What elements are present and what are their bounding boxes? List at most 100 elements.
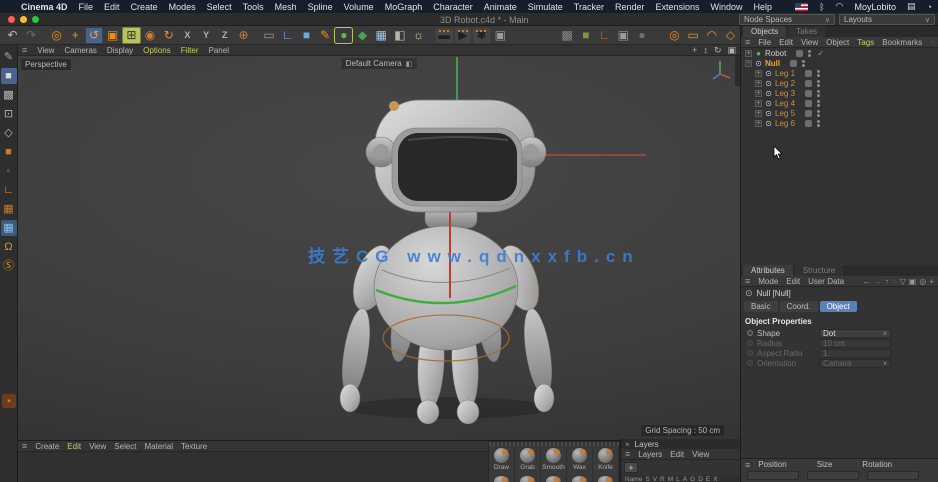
control-center-icon[interactable]: ◔	[927, 2, 932, 12]
toolbar-button[interactable]	[658, 27, 665, 44]
snap-settings-toggle[interactable]: Ⓢ	[1, 258, 17, 274]
menubar-item[interactable]: Volume	[344, 2, 374, 12]
lock-x-axis[interactable]: X	[178, 27, 197, 44]
rotate-view-icon[interactable]: ↻	[714, 45, 722, 56]
snap-magnet-toggle[interactable]: Ω	[1, 239, 17, 255]
tree-item-robot[interactable]: + ● Robot ✓	[741, 48, 938, 58]
visibility-dots[interactable]	[802, 59, 806, 67]
layouts-select[interactable]: Layouts ∨	[839, 14, 935, 25]
picture-viewer-button[interactable]: ▣	[491, 27, 510, 44]
toolbar-button[interactable]	[253, 27, 260, 44]
menubar-item[interactable]: File	[79, 2, 94, 12]
keyframe-bullet[interactable]	[747, 360, 753, 366]
panel-menu-icon[interactable]: ≡	[625, 449, 630, 459]
expand-toggle[interactable]: +	[745, 49, 752, 57]
panel-tab[interactable]: Takes	[788, 26, 826, 37]
sculpt-brush-button[interactable]	[489, 474, 515, 482]
rotation-input[interactable]	[867, 471, 919, 480]
object-manager-menu-item[interactable]: Edit	[779, 38, 793, 47]
panel-menu-icon[interactable]: ≡	[745, 37, 750, 47]
texture-mode[interactable]: ▩	[1, 87, 17, 103]
menubar-item[interactable]: Help	[754, 2, 773, 12]
model-mode[interactable]: ■	[0, 68, 17, 84]
enable-axis-mode[interactable]: ∟	[1, 182, 17, 198]
layer-chip[interactable]	[805, 99, 813, 107]
render-button[interactable]: ▶	[454, 27, 472, 43]
add-cube-button[interactable]: ■	[297, 27, 316, 44]
workplane-icon[interactable]: ▣	[614, 27, 633, 44]
expand-toggle[interactable]: +	[755, 109, 762, 117]
layers-menu-item[interactable]: Layers	[638, 450, 662, 459]
input-language-flag-icon[interactable]	[795, 2, 809, 11]
panel-menu-icon[interactable]: ≡	[745, 276, 750, 286]
property-value[interactable]: 10 cm ∨	[819, 338, 891, 348]
lasso-selection-button[interactable]: ◠	[702, 27, 721, 44]
expand-toggle[interactable]: +	[755, 69, 762, 77]
toolbar-button[interactable]	[544, 27, 551, 44]
camera-label[interactable]: Default Camera ◧	[341, 58, 417, 69]
model-object-mode[interactable]: ▪	[1, 163, 17, 179]
viewport-menu-item[interactable]: Filter	[181, 46, 199, 55]
material-menu-item[interactable]: Material	[145, 442, 173, 451]
add-icon[interactable]: +	[929, 277, 934, 286]
back-icon[interactable]: ←	[863, 277, 871, 286]
object-manager-menu-item[interactable]: Tags	[857, 38, 874, 47]
search-icon[interactable]: ◌	[892, 277, 897, 286]
layer-chip[interactable]	[805, 119, 813, 127]
attributes-subtab[interactable]: Basic	[744, 301, 778, 312]
layers-menu-item[interactable]: View	[692, 450, 709, 459]
subdivision-surface-button[interactable]: ●	[334, 27, 353, 44]
menubar-item[interactable]: Mesh	[275, 2, 297, 12]
tree-item-leg-3[interactable]: + ⊙ Leg 3	[741, 88, 938, 98]
snap-icon[interactable]: ●	[633, 27, 652, 44]
live-selection-button[interactable]: ◎	[665, 27, 684, 44]
lock-icon[interactable]: ▣	[909, 277, 917, 286]
menubar-item[interactable]: Select	[207, 2, 232, 12]
menubar-item[interactable]: Create	[131, 2, 158, 12]
rotate-band-tool[interactable]: ↻	[159, 27, 178, 44]
tree-item-leg-1[interactable]: + ⊙ Leg 1	[741, 68, 938, 78]
points-mode[interactable]: ⊡	[1, 106, 17, 122]
add-layer-button[interactable]: +	[624, 462, 638, 473]
viewport-menu-item[interactable]: Options	[143, 46, 171, 55]
object-manager-menu-item[interactable]: Bookmarks	[882, 38, 922, 47]
olive-material-icon[interactable]: ■	[577, 27, 596, 44]
toolbar-button[interactable]	[523, 27, 530, 44]
layer-chip[interactable]	[805, 69, 813, 77]
polygon-selection-button[interactable]: ◇	[721, 27, 740, 44]
username-label[interactable]: MoyLobito	[855, 2, 897, 12]
menubar-item[interactable]: Character	[433, 2, 473, 12]
visibility-dots[interactable]	[817, 79, 821, 87]
texture-axis-mode[interactable]: ▦	[1, 201, 17, 217]
axis-workplane-icon[interactable]: ∟	[595, 27, 614, 44]
stage-icon[interactable]: ▭	[260, 27, 279, 44]
expand-toggle[interactable]: +	[755, 89, 762, 97]
visibility-dots[interactable]	[808, 49, 812, 57]
menubar-item[interactable]: Modes	[169, 2, 196, 12]
sculpt-brush-button[interactable]	[515, 474, 541, 482]
layer-chip[interactable]	[805, 109, 813, 117]
viewport-menu-item[interactable]: Panel	[209, 46, 229, 55]
render-view-button[interactable]: ▬	[435, 27, 453, 43]
menubar-item[interactable]: Tools	[243, 2, 264, 12]
menubar-item[interactable]: Render	[615, 2, 645, 12]
toolbar-button[interactable]	[651, 27, 658, 44]
toolbar-button[interactable]	[428, 27, 435, 44]
menubar-item[interactable]: Extensions	[656, 2, 700, 12]
material-menu-item[interactable]: Edit	[67, 442, 81, 451]
bluetooth-icon[interactable]: ᛒ	[819, 2, 824, 12]
sculpt-brush-button[interactable]	[541, 474, 567, 482]
sculpt-brush-button[interactable]	[593, 474, 619, 482]
attributes-subtab[interactable]: Object	[819, 301, 857, 312]
panel-tab[interactable]: Structure	[794, 265, 844, 276]
attributes-menu-item[interactable]: Edit	[786, 277, 800, 286]
checker-material-icon[interactable]: ▩	[558, 27, 577, 44]
undo-button[interactable]: ↶	[3, 27, 22, 44]
toolbar-button[interactable]	[537, 27, 544, 44]
minimize-window-button[interactable]	[20, 15, 27, 23]
visibility-dots[interactable]	[817, 99, 821, 107]
menubar-item[interactable]: Simulate	[528, 2, 563, 12]
visibility-dots[interactable]	[817, 119, 821, 127]
polygons-mode[interactable]: ■	[1, 144, 17, 160]
visibility-dots[interactable]	[817, 89, 821, 97]
